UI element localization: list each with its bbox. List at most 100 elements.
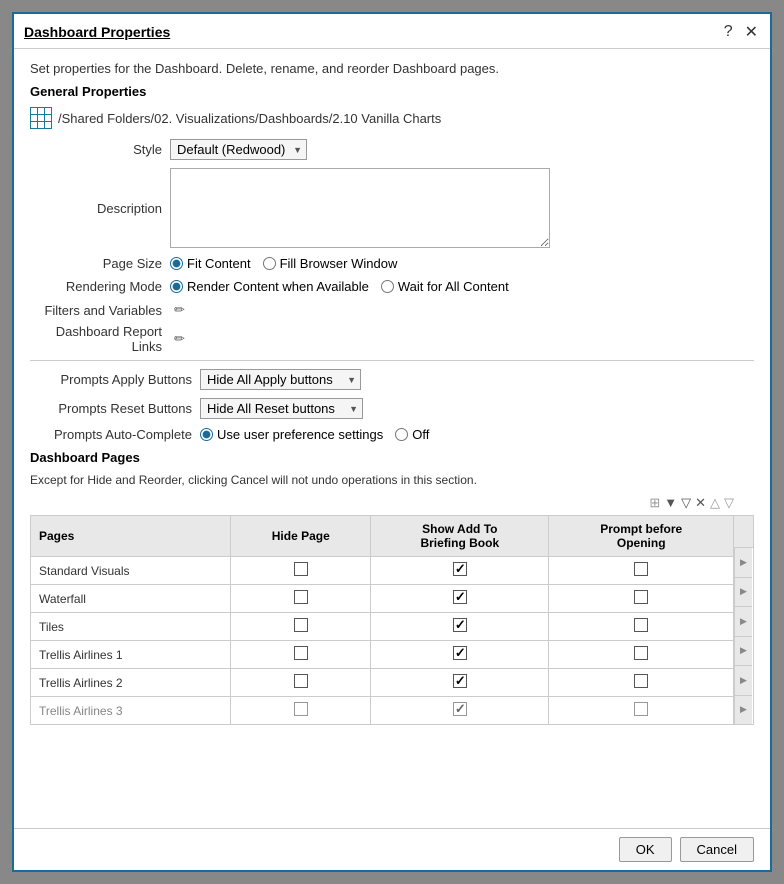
hide-5[interactable] [231,669,371,697]
dashboard-links-row: Dashboard Report Links ✏ [30,324,754,354]
rendering-mode-row: Rendering Mode Render Content when Avail… [30,279,754,294]
scroll-buttons-column: ▶ ▶ ▶ ▶ ▶ ▶ [734,515,754,725]
autocomplete-off-label[interactable]: Off [395,427,429,442]
hide-checkbox-1[interactable] [294,562,308,576]
autocomplete-preference-text: Use user preference settings [217,427,383,442]
prompt-5[interactable] [549,669,734,697]
description-textarea[interactable] [170,168,550,248]
briefing-checkbox-3[interactable] [453,618,467,632]
briefing-4[interactable] [371,641,549,669]
scroll-btn-2[interactable]: ▶ [734,578,752,608]
scroll-btn-5[interactable]: ▶ [734,666,752,696]
autocomplete-off-radio[interactable] [395,428,408,441]
briefing-3[interactable] [371,613,549,641]
rendering-available-text: Render Content when Available [187,279,369,294]
filter-icon[interactable]: ▼ [664,495,677,511]
copy-icon[interactable]: ⊞ [649,495,660,511]
table-row: Waterfall [31,585,734,613]
page-name-1: Standard Visuals [31,557,231,585]
prompt-4[interactable] [549,641,734,669]
rendering-available-radio[interactable] [170,280,183,293]
hide-checkbox-6[interactable] [294,702,308,716]
briefing-checkbox-5[interactable] [453,674,467,688]
cancel-button[interactable]: Cancel [680,837,754,862]
hide-3[interactable] [231,613,371,641]
autocomplete-preference-radio[interactable] [200,428,213,441]
prompt-checkbox-5[interactable] [634,674,648,688]
briefing-checkbox-1[interactable] [453,562,467,576]
close-button[interactable]: ✕ [743,22,760,42]
scroll-btn-4[interactable]: ▶ [734,637,752,667]
page-size-fill-label[interactable]: Fill Browser Window [263,256,398,271]
description-label: Description [30,201,170,216]
pages-description: Except for Hide and Reorder, clicking Ca… [30,473,754,487]
table-container: Pages Hide Page Show Add ToBriefing Book… [30,515,754,725]
style-select[interactable]: Default (Redwood) Default Custom [170,139,307,160]
move-up-icon[interactable]: △ [710,495,720,511]
dashboard-links-edit-icon[interactable]: ✏ [174,331,185,347]
page-size-fit-label[interactable]: Fit Content [170,256,251,271]
prompt-checkbox-1[interactable] [634,562,648,576]
col-hide: Hide Page [231,516,371,557]
hide-checkbox-5[interactable] [294,674,308,688]
hide-2[interactable] [231,585,371,613]
dialog-body: Set properties for the Dashboard. Delete… [14,49,770,828]
prompt-3[interactable] [549,613,734,641]
filters-edit-icon[interactable]: ✏ [174,302,185,318]
hide-checkbox-4[interactable] [294,646,308,660]
dashboard-path: /Shared Folders/02. Visualizations/Dashb… [58,111,441,126]
style-select-wrapper[interactable]: Default (Redwood) Default Custom [170,139,307,160]
hide-checkbox-3[interactable] [294,618,308,632]
help-button[interactable]: ? [722,23,735,41]
page-size-label: Page Size [30,256,170,271]
dashboard-pages-section: Dashboard Pages Except for Hide and Reor… [30,450,754,725]
hide-6[interactable] [231,697,371,725]
rendering-wait-text: Wait for All Content [398,279,509,294]
briefing-1[interactable] [371,557,549,585]
prompt-2[interactable] [549,585,734,613]
rendering-available-label[interactable]: Render Content when Available [170,279,369,294]
page-size-fit-radio[interactable] [170,257,183,270]
prompt-1[interactable] [549,557,734,585]
divider-1 [30,360,754,361]
scroll-btn-6[interactable]: ▶ [734,696,752,725]
briefing-2[interactable] [371,585,549,613]
rendering-wait-radio[interactable] [381,280,394,293]
scroll-btn-1[interactable]: ▶ [734,548,752,578]
page-size-options: Fit Content Fill Browser Window [170,256,397,271]
delete-icon[interactable]: ✕ [695,495,706,511]
dialog-footer: OK Cancel [14,828,770,870]
briefing-5[interactable] [371,669,549,697]
autocomplete-preference-label[interactable]: Use user preference settings [200,427,383,442]
rendering-mode-options: Render Content when Available Wait for A… [170,279,509,294]
apply-buttons-select[interactable]: Hide All Apply buttons Show All Apply bu… [200,369,361,390]
page-size-fill-radio[interactable] [263,257,276,270]
hide-4[interactable] [231,641,371,669]
reset-buttons-select[interactable]: Hide All Reset buttons Show All Reset bu… [200,398,363,419]
briefing-checkbox-2[interactable] [453,590,467,604]
prompt-checkbox-4[interactable] [634,646,648,660]
move-down-icon[interactable]: ▽ [724,495,734,511]
hide-checkbox-2[interactable] [294,590,308,604]
filter2-icon[interactable]: ▽ [681,495,691,511]
path-row: /Shared Folders/02. Visualizations/Dashb… [30,107,754,129]
filters-row: Filters and Variables ✏ [30,302,754,318]
hide-1[interactable] [231,557,371,585]
prompt-6[interactable] [549,697,734,725]
ok-button[interactable]: OK [619,837,672,862]
prompt-checkbox-2[interactable] [634,590,648,604]
dashboard-properties-dialog: Dashboard Properties ? ✕ Set properties … [12,12,772,872]
prompt-checkbox-6[interactable] [634,702,648,716]
briefing-checkbox-6[interactable] [453,702,467,716]
autocomplete-label: Prompts Auto-Complete [30,427,200,442]
header-icons: ? ✕ [722,22,760,42]
rendering-wait-label[interactable]: Wait for All Content [381,279,509,294]
prompt-checkbox-3[interactable] [634,618,648,632]
reset-buttons-select-wrapper[interactable]: Hide All Reset buttons Show All Reset bu… [200,398,363,419]
autocomplete-row: Prompts Auto-Complete Use user preferenc… [30,427,754,442]
scroll-btn-3[interactable]: ▶ [734,607,752,637]
apply-buttons-select-wrapper[interactable]: Hide All Apply buttons Show All Apply bu… [200,369,361,390]
briefing-6[interactable] [371,697,549,725]
rendering-mode-label: Rendering Mode [30,279,170,294]
briefing-checkbox-4[interactable] [453,646,467,660]
